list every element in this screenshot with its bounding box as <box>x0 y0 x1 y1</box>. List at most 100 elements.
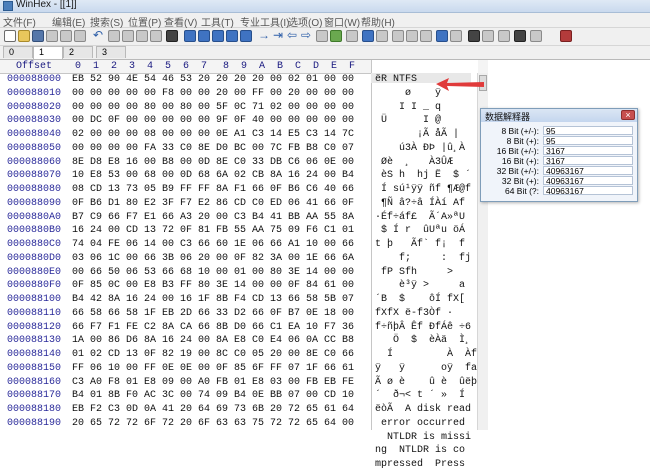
row-text[interactable]: I I _ q <box>375 102 441 113</box>
row-text[interactable]: NTLDR is missi <box>375 432 471 443</box>
row-text[interactable]: Ü I @ <box>375 115 441 126</box>
paste-icon[interactable] <box>136 30 148 42</box>
menu-tools[interactable]: 工具(T) <box>201 14 234 29</box>
play-icon[interactable] <box>468 30 480 42</box>
forward-icon[interactable]: ⇨ <box>300 29 312 42</box>
record-icon[interactable] <box>514 30 526 42</box>
monitor-icon[interactable] <box>436 30 448 42</box>
interp-label: 8 Bit (+): <box>506 136 539 146</box>
back-icon[interactable]: ⇦ <box>286 29 298 42</box>
calculator-icon[interactable] <box>330 30 342 42</box>
row-text[interactable]: ´B $ ôÍ fX[ <box>375 294 465 305</box>
interp-value[interactable]: 95 <box>543 136 633 145</box>
open-folder-icon[interactable] <box>18 30 30 42</box>
toolbar: ↶ → ⇥ ⇦ ⇨ <box>0 28 650 46</box>
row-text[interactable]: ¡Ã åÃ | <box>375 129 459 140</box>
row-text[interactable]: ÿ ÿ oÿ fa <box>375 363 477 374</box>
row-text[interactable]: ú3À ÐÞ |û¸À <box>375 143 465 154</box>
binary-icon[interactable] <box>166 30 178 42</box>
new-file-icon[interactable] <box>4 30 16 42</box>
interp-value[interactable]: 3167 <box>543 156 633 165</box>
col-header-2: 2 <box>111 61 118 72</box>
replace-hex-icon[interactable] <box>226 30 238 42</box>
row-text[interactable]: ø ÿ <box>375 88 441 99</box>
camera-icon[interactable] <box>362 30 374 42</box>
info-icon[interactable] <box>74 30 86 42</box>
undo-icon[interactable]: ↶ <box>92 29 104 42</box>
interp-value[interactable]: 40963167 <box>543 166 633 175</box>
row-text[interactable]: error occurred <box>375 418 465 429</box>
settings-icon[interactable] <box>530 30 542 42</box>
text-row: Í À Àf <box>0 349 488 363</box>
col-header-c: C <box>295 61 302 72</box>
properties-icon[interactable] <box>60 30 72 42</box>
paste-block-icon[interactable] <box>150 30 162 42</box>
hash-icon[interactable] <box>376 30 388 42</box>
row-text[interactable]: $ Í r ûUªu öÁ <box>375 225 465 236</box>
data-interpreter-dialog[interactable]: 数据解释器 × 8 Bit (+/-): 95 8 Bit (+): 95 16 B… <box>480 108 638 202</box>
goto-offset-icon[interactable]: → <box>258 29 270 42</box>
interp-row: 8 Bit (+/-): 95 <box>483 126 635 136</box>
find-hex-icon[interactable] <box>198 30 210 42</box>
row-text[interactable]: Øè ¸ À3ÛÆ <box>375 157 453 168</box>
row-text[interactable]: ´ ð¬< t ´ » Í <box>375 390 465 401</box>
replace-text-icon[interactable] <box>212 30 224 42</box>
cut-icon[interactable] <box>108 30 120 42</box>
menu-search[interactable]: 搜索(S) <box>90 14 123 29</box>
row-text[interactable]: Í sú¹ÿÿ ñf ¶Æ@f <box>375 184 471 195</box>
row-text[interactable]: ng NTLDR is co <box>375 445 465 456</box>
row-text[interactable]: è³ÿ > a <box>375 280 465 291</box>
copy-icon[interactable] <box>122 30 134 42</box>
menu-edit[interactable]: 编辑(E) <box>52 14 85 29</box>
find-text-icon[interactable] <box>184 30 196 42</box>
tab-2[interactable]: 2 <box>63 46 93 58</box>
row-text[interactable]: èS h hj Ë $ ´ <box>375 170 471 181</box>
menu-help[interactable]: 帮助(H) <box>361 14 395 29</box>
row-text[interactable]: ¶Ñ â?÷â ÍÀí Af <box>375 198 465 209</box>
interp-value[interactable]: 40963167 <box>543 186 633 195</box>
row-text[interactable]: t þ Ãf` f¡ f <box>375 239 465 250</box>
book-icon[interactable] <box>560 30 572 42</box>
row-text[interactable]: ·Éf÷áf£ Ã´A»ªU <box>375 212 465 223</box>
tab-3[interactable]: 3 <box>96 46 126 58</box>
close-icon[interactable]: × <box>621 110 635 120</box>
pause-icon[interactable] <box>482 30 494 42</box>
step-icon[interactable] <box>498 30 510 42</box>
menu-window[interactable]: 窗口(W) <box>324 14 360 29</box>
print-icon[interactable] <box>46 30 58 42</box>
row-text[interactable]: fXfX ë-f3Òf · <box>375 308 453 319</box>
tab-0[interactable]: 0 <box>3 46 33 58</box>
menu-position[interactable]: 位置(P) <box>128 14 161 29</box>
interp-value[interactable]: 3167 <box>543 146 633 155</box>
compare-icon[interactable] <box>406 30 418 42</box>
row-text[interactable]: Ã ø è û è ûëþ <box>375 377 477 388</box>
row-text[interactable]: ëR NTFS <box>375 74 417 85</box>
film-icon[interactable] <box>450 30 462 42</box>
text-row: Ü I @ <box>0 115 488 129</box>
dialog-title-bar[interactable]: 数据解释器 × <box>481 109 637 122</box>
row-text[interactable]: Í À Àf <box>375 349 477 360</box>
ram-icon[interactable] <box>346 30 358 42</box>
row-text[interactable]: Ö $ èÀä Ì¸ <box>375 335 471 346</box>
row-text[interactable]: ëòÃ A disk read <box>375 404 471 415</box>
menu-pro-tools[interactable]: 专业工具(I) <box>240 14 289 29</box>
calc-icon[interactable] <box>392 30 404 42</box>
interp-value[interactable]: 95 <box>543 126 633 135</box>
find-again-icon[interactable] <box>240 30 252 42</box>
menu-view[interactable]: 查看(V) <box>164 14 197 29</box>
goto-sector-icon[interactable]: ⇥ <box>272 29 284 42</box>
text-row: I I _ q <box>0 102 488 116</box>
row-text[interactable]: fP Sfh > <box>375 267 453 278</box>
interp-value[interactable]: 40963167 <box>543 176 633 185</box>
tab-1[interactable]: 1 <box>33 46 63 59</box>
disk-icon[interactable] <box>316 30 328 42</box>
menu-file[interactable]: 文件(F) <box>3 14 36 29</box>
row-text[interactable]: f÷ñþÂ Êf ÐfÁê ÷6 <box>375 322 471 333</box>
save-icon[interactable] <box>32 30 44 42</box>
menu-options[interactable]: 选项(O) <box>288 14 322 29</box>
row-text[interactable]: f; : fj <box>375 253 471 264</box>
col-header-b: B <box>277 61 284 72</box>
row-text[interactable]: mpressed Press <box>375 459 465 470</box>
text-row: mpressed Press <box>0 459 488 473</box>
analyze-icon[interactable] <box>420 30 432 42</box>
